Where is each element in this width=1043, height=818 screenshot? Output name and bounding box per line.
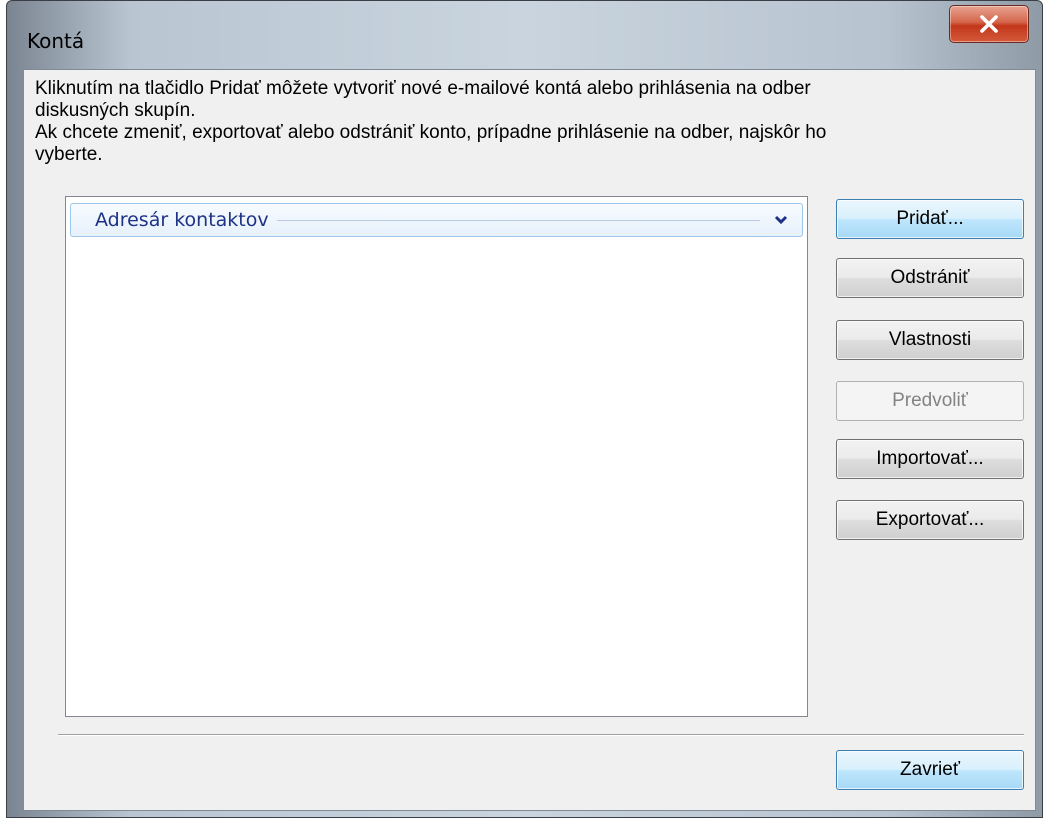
- dialog-content: Kliknutím na tlačidlo Pridať môžete vytv…: [23, 69, 1036, 811]
- instructions-line-2: diskusných skupín.: [35, 100, 196, 121]
- set-default-button[interactable]: Predvoliť: [836, 381, 1024, 421]
- add-button[interactable]: Pridať...: [836, 199, 1024, 239]
- chevron-down-icon[interactable]: [774, 215, 788, 225]
- group-header-address-book[interactable]: Adresár kontaktov: [70, 203, 803, 237]
- close-icon: [980, 15, 998, 33]
- properties-button[interactable]: Vlastnosti: [836, 320, 1024, 360]
- instructions-text: Kliknutím na tlačidlo Pridať môžete vytv…: [35, 78, 1025, 166]
- remove-button[interactable]: Odstrániť: [836, 258, 1024, 298]
- group-divider-line: [276, 219, 760, 221]
- close-button[interactable]: Zavrieť: [836, 750, 1024, 790]
- window-title: Kontá: [27, 29, 85, 53]
- instructions-line-1: Kliknutím na tlačidlo Pridať môžete vytv…: [35, 78, 811, 99]
- group-label: Adresár kontaktov: [95, 209, 269, 231]
- accounts-list[interactable]: Adresár kontaktov: [65, 196, 808, 717]
- export-button[interactable]: Exportovať...: [836, 500, 1024, 540]
- instructions-line-4: vyberte.: [35, 144, 103, 165]
- accounts-dialog: Kontá Kliknutím na tlačidlo Pridať môžet…: [6, 0, 1043, 818]
- footer-separator: [58, 734, 1024, 736]
- instructions-line-3: Ak chcete zmeniť, exportovať alebo odstr…: [35, 122, 827, 143]
- title-bar[interactable]: Kontá: [7, 1, 1042, 65]
- import-button[interactable]: Importovať...: [836, 439, 1024, 479]
- close-window-button[interactable]: [949, 5, 1029, 43]
